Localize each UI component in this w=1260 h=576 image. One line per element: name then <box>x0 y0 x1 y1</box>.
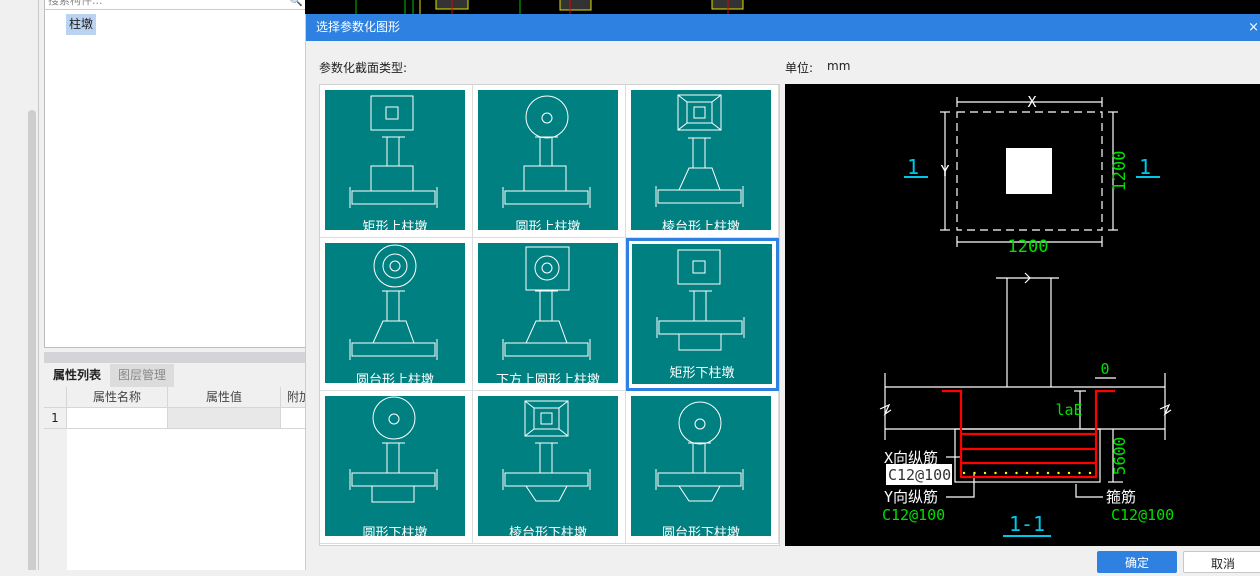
vertical-scrollbar[interactable] <box>28 110 36 570</box>
tree-item-column-pier[interactable]: 柱墩 <box>66 14 97 35</box>
rebar-dot <box>983 471 987 475</box>
shape-option[interactable]: 矩形下柱墩 <box>626 238 779 391</box>
shape-thumbnail: 棱台形上柱墩 <box>631 90 771 235</box>
rect-rect-up-icon <box>349 95 438 208</box>
splitter[interactable] <box>44 352 306 363</box>
cad-drawing <box>355 0 744 14</box>
pyramid-frustum-up-icon <box>655 94 744 207</box>
property-tabs: 属性列表 图层管理 <box>44 363 306 387</box>
shape-thumbnail: 圆形下柱墩 <box>325 396 465 541</box>
rebar-dot <box>1078 471 1081 475</box>
shape-option[interactable]: 圆台形上柱墩 <box>320 238 473 391</box>
circle-rect-up-icon <box>502 95 591 208</box>
rebar-dot <box>1025 471 1029 475</box>
rebar-dot <box>1015 471 1018 475</box>
shape-thumbnail: 圆台形下柱墩 <box>631 396 771 541</box>
shape-option[interactable]: 圆形上柱墩 <box>473 85 626 238</box>
cell-name[interactable] <box>67 408 168 429</box>
section-type-label: 参数化截面类型: <box>319 61 408 75</box>
x-rebar-value: C12@100 <box>888 466 951 484</box>
rebar-dot <box>1057 471 1060 475</box>
stirrup-label: 箍筋 <box>1106 488 1136 506</box>
dialog-title: 选择参数化图形 <box>316 20 401 34</box>
shape-option[interactable]: 棱台形上柱墩 <box>626 85 779 238</box>
shape-thumbnail: 圆形上柱墩 <box>478 90 618 235</box>
divider <box>38 0 39 570</box>
height-value: 1200 <box>1110 151 1130 192</box>
select-parametric-shape-dialog: 选择参数化图形 × 参数化截面类型: 单位: mm 矩形上柱墩 圆形上柱墩 棱台形上… <box>305 14 1260 573</box>
y-rebar-value: C12@100 <box>882 506 945 524</box>
shape-preview: X Y 1200 1200 1 1 laE 0 5600 X向纵筋 C12@10… <box>785 84 1260 546</box>
shape-option-label: 矩形下柱墩 <box>669 366 735 381</box>
shape-option[interactable]: 矩形上柱墩 <box>320 85 473 238</box>
property-table: 属性名称 属性值 附加 1 <box>44 387 321 570</box>
shape-option-label: 下方上圆形上柱墩 <box>495 373 600 388</box>
tab-property-list[interactable]: 属性列表 <box>45 364 109 387</box>
rebar-dot <box>1004 471 1008 475</box>
pyramid-frustum-down-icon <box>502 400 591 502</box>
cone-frustum-up-icon <box>349 244 438 360</box>
shape-option-label: 圆形下柱墩 <box>362 526 428 541</box>
shape-option[interactable]: 圆台形下柱墩 <box>626 391 779 544</box>
shape-option[interactable]: 棱台形下柱墩 <box>473 391 626 544</box>
shape-option-label: 棱台形下柱墩 <box>508 526 587 541</box>
header-name: 属性名称 <box>67 387 168 408</box>
rebar-drawing <box>942 389 1115 479</box>
unit-label: 单位: <box>785 61 814 75</box>
rebar-dot <box>1046 471 1050 475</box>
shape-option-label: 圆形上柱墩 <box>515 220 581 235</box>
row-number: 1 <box>44 408 67 429</box>
shape-grid: 矩形上柱墩 圆形上柱墩 棱台形上柱墩圆台形上柱墩 下方上圆形上柱墩 矩形下柱墩圆形下柱墩… <box>319 84 780 546</box>
width-value: 1200 <box>1008 237 1049 257</box>
shape-thumbnail: 下方上圆形上柱墩 <box>478 243 618 388</box>
circle-small-rect-down-icon <box>349 396 438 503</box>
shape-thumbnail: 圆台形上柱墩 <box>325 243 465 388</box>
search-icon[interactable]: 🔍 <box>289 0 303 7</box>
rebar-dot <box>1067 471 1071 475</box>
dim-y-label: Y <box>940 162 949 180</box>
row-gutter <box>44 429 67 570</box>
dialog-title-bar[interactable]: 选择参数化图形 × <box>306 14 1260 41</box>
rebar-dot <box>962 471 966 475</box>
preview-drawing: X Y 1200 1200 1 1 laE 0 5600 X向纵筋 C12@10… <box>879 93 1174 537</box>
rebar-dot <box>994 471 997 475</box>
dim-x-label: X <box>1027 93 1036 111</box>
cell-value[interactable] <box>168 408 281 429</box>
rebar-dot <box>1088 471 1092 475</box>
shape-option-label: 矩形上柱墩 <box>362 220 428 235</box>
depth-value: 5600 <box>1110 437 1129 476</box>
rebar-dot <box>973 471 976 475</box>
search-input[interactable]: 搜索构件... <box>45 0 305 10</box>
rebar-dot <box>1036 471 1039 475</box>
cad-canvas[interactable] <box>305 0 1260 14</box>
shape-option[interactable]: 下方上圆形上柱墩 <box>473 238 626 391</box>
offset-value: 0 <box>1100 360 1109 378</box>
close-icon[interactable]: × <box>1248 14 1259 41</box>
shape-option[interactable]: 圆形下柱墩 <box>320 391 473 544</box>
component-tree: 搜索构件... 🔍 柱墩 <box>44 0 306 348</box>
shape-thumbnail: 棱台形下柱墩 <box>478 396 618 541</box>
shape-option-label: 圆台形下柱墩 <box>661 526 740 541</box>
y-rebar-label: Y向纵筋 <box>884 488 938 506</box>
tab-layer-management[interactable]: 图层管理 <box>110 364 174 387</box>
header-value: 属性值 <box>168 387 281 408</box>
circle-frustum-down-icon <box>655 401 744 502</box>
section-mark-left: 1 <box>907 155 919 179</box>
shape-thumbnail: 矩形上柱墩 <box>325 90 465 235</box>
anchor-label: laE <box>1055 401 1082 419</box>
shape-option-label: 圆台形上柱墩 <box>355 373 434 388</box>
shape-option-label: 棱台形上柱墩 <box>661 220 740 235</box>
square-circle-frustum-up-icon <box>502 246 591 360</box>
header-rownum <box>44 387 67 408</box>
section-title: 1-1 <box>1009 512 1045 536</box>
section-mark-right: 1 <box>1139 155 1151 179</box>
shape-thumbnail: 矩形下柱墩 <box>632 244 772 384</box>
column-section <box>1006 148 1052 194</box>
unit-value: mm <box>827 59 851 73</box>
stirrup-value: C12@100 <box>1111 506 1174 524</box>
